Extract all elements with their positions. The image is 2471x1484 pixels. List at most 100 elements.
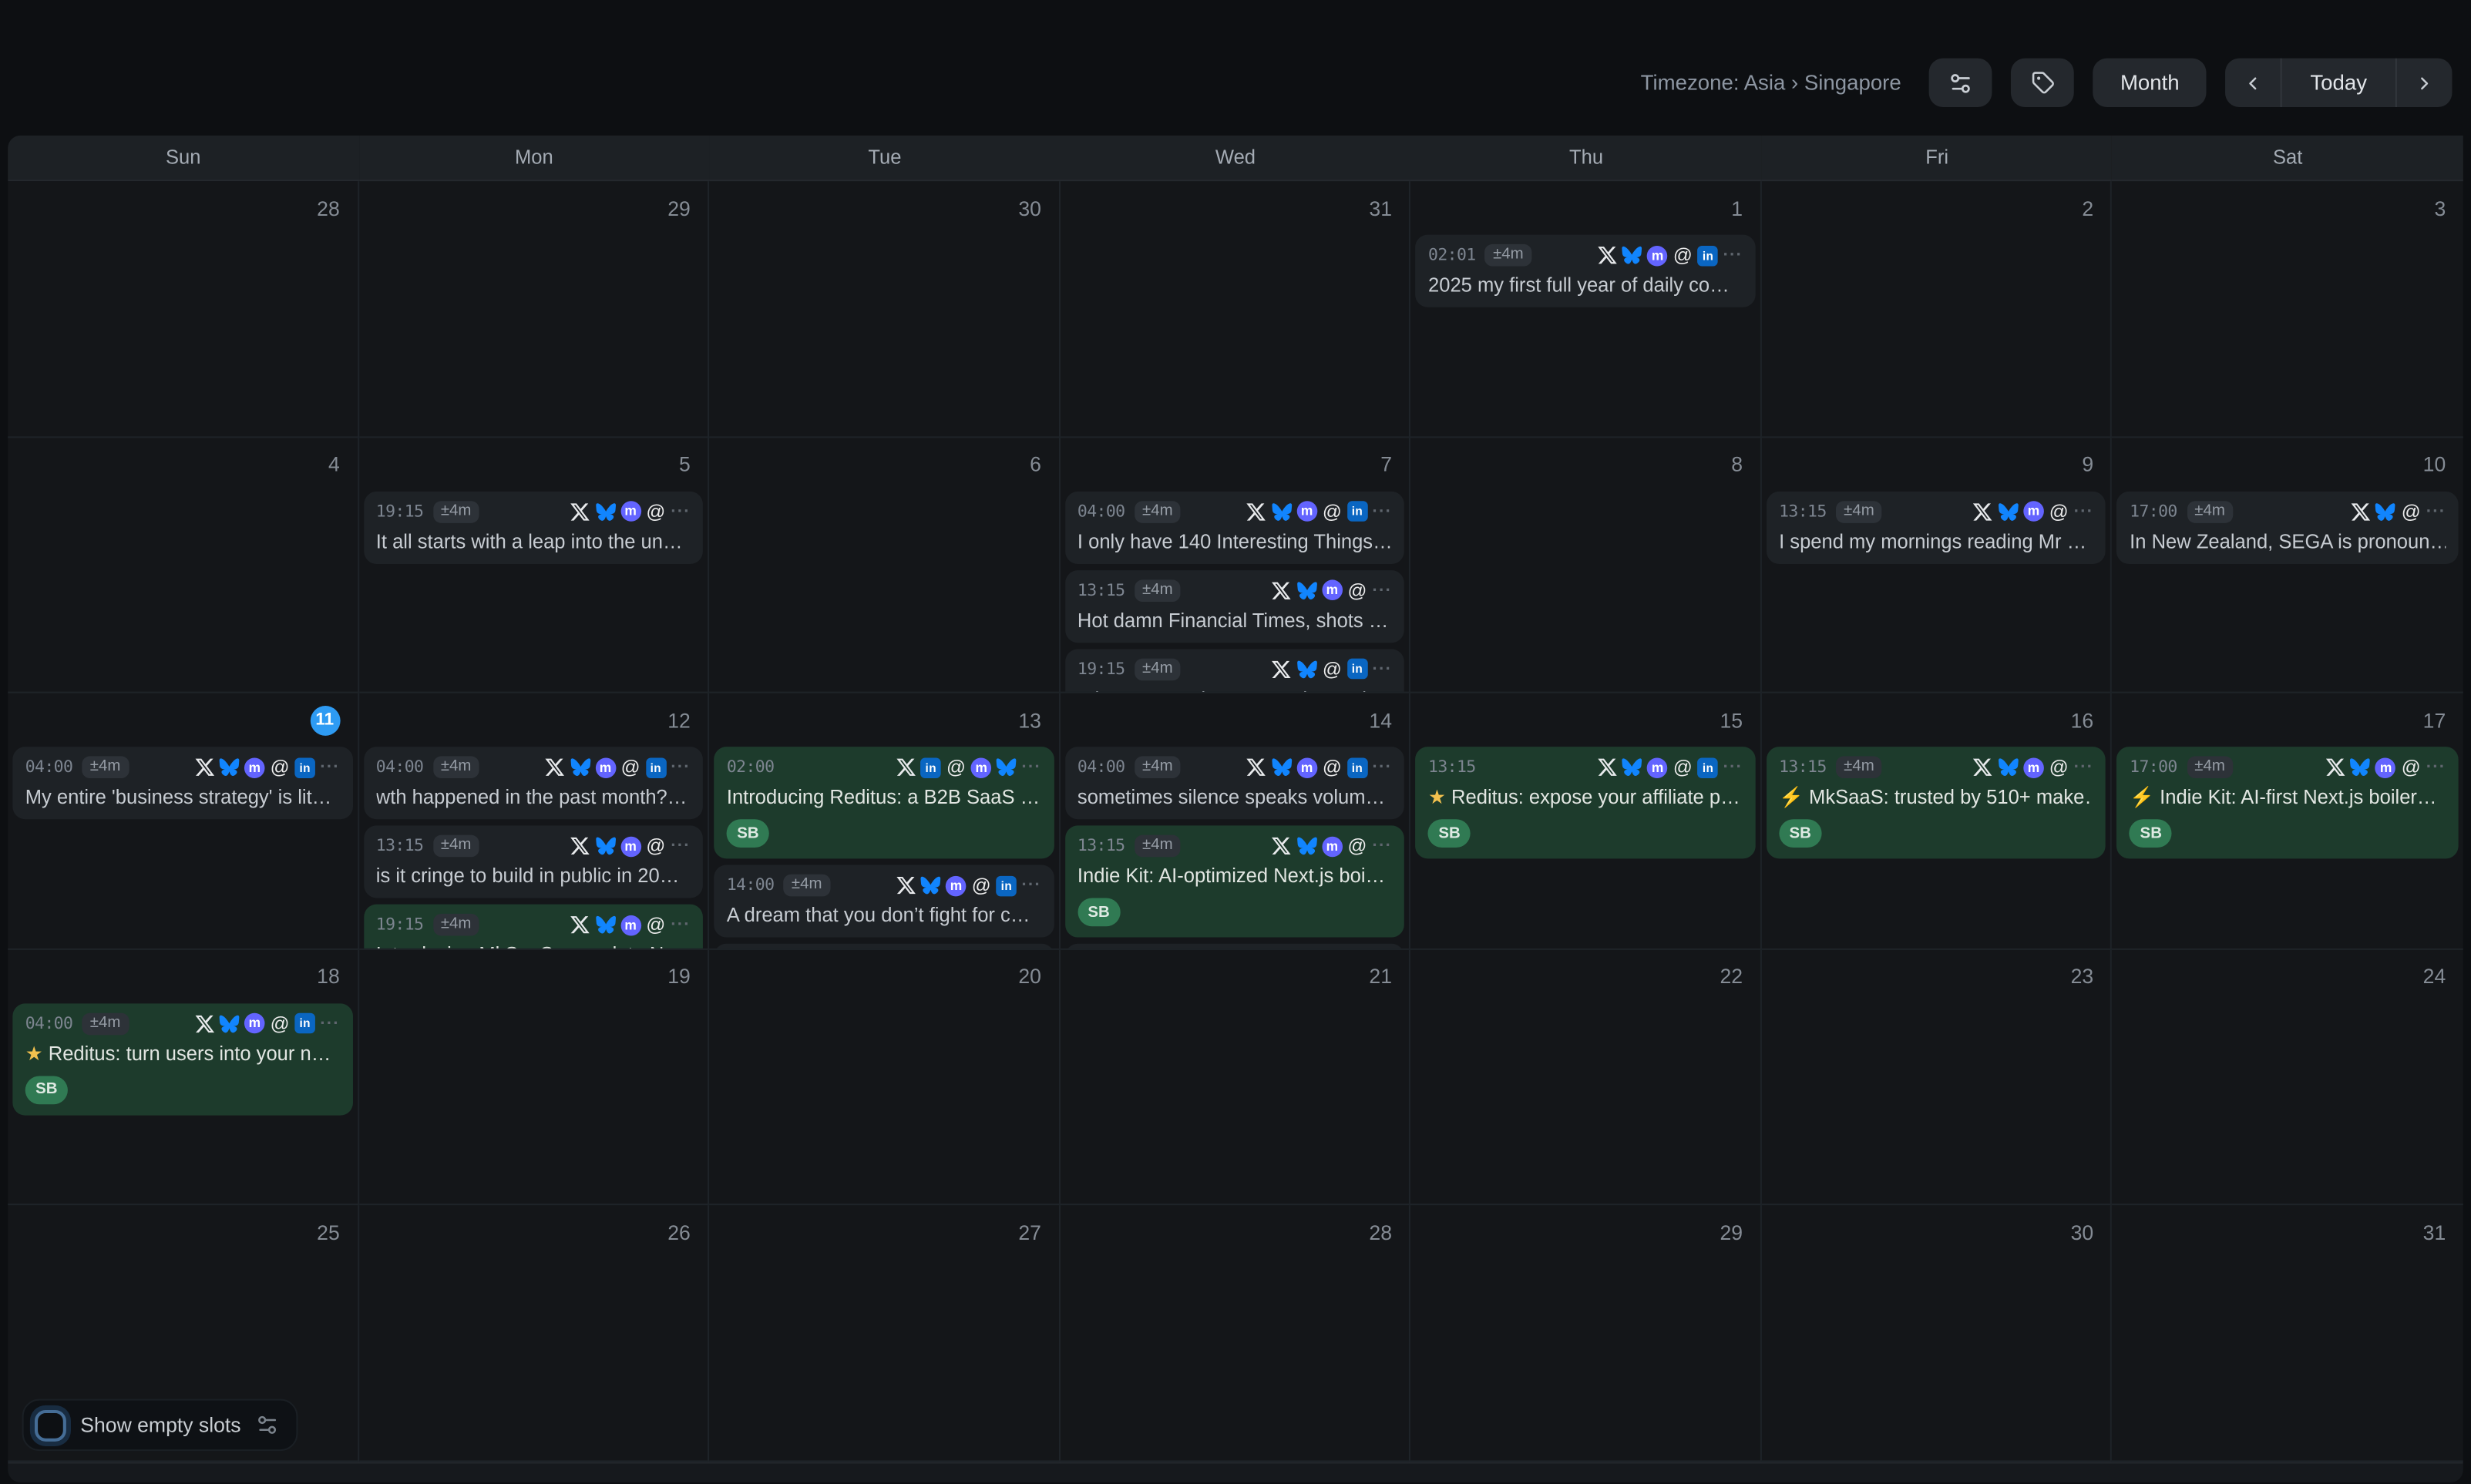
day-cell[interactable]: 519:15±4mm@···It all starts with a leap … — [358, 438, 709, 693]
more-icon[interactable]: ··· — [1021, 757, 1041, 778]
platform-icons: m@··· — [570, 915, 690, 935]
more-icon[interactable]: ··· — [2074, 757, 2094, 778]
date-number: 20 — [1018, 965, 1041, 989]
tag-button[interactable] — [2012, 59, 2075, 107]
time-jitter-badge: ±4m — [433, 757, 479, 779]
platform-icons: m@··· — [1272, 580, 1392, 601]
event-title: Introducing MkSaaS: complete N… — [376, 941, 691, 949]
event-card[interactable]: 04:00±4mm@in···wth happened in the past … — [363, 747, 703, 820]
today-badge: 11 — [310, 705, 340, 735]
more-icon[interactable]: ··· — [671, 757, 691, 778]
event-card-clipped[interactable] — [1065, 944, 1405, 949]
day-cell[interactable]: 1 02:01±4mm@in···2025 my first full year … — [1411, 181, 1762, 437]
today-button[interactable]: Today — [2281, 59, 2397, 107]
event-card[interactable]: 17:00±4m@···In New Zealand, SEGA is pron… — [2117, 491, 2459, 563]
date-number: 9 — [2082, 452, 2093, 476]
day-cell[interactable]: 4 — [8, 438, 358, 693]
day-cell[interactable]: 1302:00in@m···Introducing Reditus: a B2B… — [709, 693, 1060, 949]
day-cell[interactable]: 1404:00±4mm@in···sometimes silence speak… — [1060, 693, 1410, 949]
more-icon[interactable]: ··· — [671, 836, 691, 857]
day-cell[interactable]: 24 — [2113, 949, 2463, 1205]
day-cell[interactable]: 1613:15±4mm@···⚡ MkSaaS: trusted by 510+… — [1762, 693, 2113, 949]
day-cell[interactable]: 31 — [1060, 181, 1410, 437]
more-icon[interactable]: ··· — [2426, 757, 2446, 778]
day-cell[interactable]: 1717:00±4mm@···⚡ Indie Kit: AI-first Nex… — [2113, 693, 2463, 949]
threads-icon: @ — [946, 757, 967, 778]
more-icon[interactable]: ··· — [1723, 245, 1743, 266]
event-card[interactable]: 14:00±4mm@in···A dream that you don’t fi… — [714, 865, 1054, 938]
more-icon[interactable]: ··· — [320, 1013, 340, 1034]
day-cell[interactable]: 9 13:15±4mm@···I spend my mornings readin… — [1762, 438, 2113, 693]
day-cell[interactable]: 28 — [8, 181, 358, 437]
day-cell[interactable]: 30 — [709, 181, 1060, 437]
date-number: 8 — [1731, 452, 1743, 476]
event-card[interactable]: 13:15±4mm@···Indie Kit: AI-optimized Nex… — [1065, 826, 1405, 938]
platform-icons: m@··· — [1973, 501, 2093, 522]
event-card[interactable]: 04:00±4mm@in···I only have 140 Interesti… — [1065, 491, 1405, 563]
day-cell[interactable]: 19 — [358, 949, 709, 1205]
x-icon — [1973, 501, 1994, 522]
event-card[interactable]: 13:15±4mm@···⚡ MkSaaS: trusted by 510+ m… — [1767, 747, 2106, 859]
show-empty-slots-checkbox[interactable] — [35, 1409, 66, 1441]
date-row: 1 — [1416, 189, 1756, 227]
day-cell[interactable]: 27 — [709, 1206, 1060, 1462]
event-card[interactable]: 04:00±4mm@in···sometimes silence speaks … — [1065, 747, 1405, 820]
day-cell[interactable]: 2 — [1762, 181, 2113, 437]
view-mode-button[interactable]: Month — [2093, 59, 2206, 107]
day-cell[interactable]: 23 — [1762, 949, 2113, 1205]
filter-button[interactable] — [1930, 59, 1993, 107]
next-button[interactable] — [2397, 59, 2453, 107]
day-cell[interactable]: 30 — [1762, 1206, 2113, 1462]
event-card[interactable]: 13:15±4mm@···is it cringe to build in pu… — [363, 826, 703, 898]
event-title: I only have 140 Interesting Things… — [1077, 527, 1392, 556]
more-icon[interactable]: ··· — [2426, 501, 2446, 522]
event-card[interactable]: 13:15±4mm@···I spend my mornings reading… — [1767, 491, 2106, 563]
day-cell[interactable]: 1204:00±4mm@in···wth happened in the pas… — [358, 693, 709, 949]
more-icon[interactable]: ··· — [320, 757, 340, 778]
day-cell[interactable]: 11 04:00±4mm@in···My entire 'business str… — [8, 693, 358, 949]
day-cell[interactable]: 1513:15m@in···★ Reditus: expose your aff… — [1411, 693, 1762, 949]
event-card[interactable]: 19:15±4mm@···Introducing MkSaaS: complet… — [363, 905, 703, 949]
more-icon[interactable]: ··· — [1372, 836, 1392, 857]
day-cell[interactable]: 20 — [709, 949, 1060, 1205]
threads-icon: @ — [2401, 501, 2422, 522]
day-cell[interactable]: 1804:00±4mm@in···★ Reditus: turn users i… — [8, 949, 358, 1205]
more-icon[interactable]: ··· — [1372, 580, 1392, 601]
more-icon[interactable]: ··· — [1372, 757, 1392, 778]
more-icon[interactable]: ··· — [671, 915, 691, 935]
event-card[interactable]: 04:00±4mm@in···My entire 'business strat… — [12, 747, 352, 820]
event-card[interactable]: 17:00±4mm@···⚡ Indie Kit: AI-first Next.… — [2117, 747, 2459, 859]
event-card[interactable]: 04:00±4mm@in···★ Reditus: turn users int… — [12, 1003, 352, 1115]
day-cell[interactable]: 3 — [2113, 181, 2463, 437]
more-icon[interactable]: ··· — [1372, 501, 1392, 522]
day-cell[interactable]: 8 — [1411, 438, 1762, 693]
weekday-label: Fri — [1762, 136, 2113, 181]
day-cell[interactable]: 6 — [709, 438, 1060, 693]
event-list: 04:00±4mm@in···wth happened in the past … — [363, 747, 703, 950]
event-card[interactable]: 02:01±4mm@in···2025 my first full year o… — [1416, 235, 1756, 307]
day-cell[interactable]: 21 — [1060, 949, 1410, 1205]
date-row: 6 — [714, 445, 1054, 483]
event-card[interactable]: 02:00in@m···Introducing Reditus: a B2B S… — [714, 747, 1054, 859]
more-icon[interactable]: ··· — [1372, 659, 1392, 680]
day-cell[interactable]: 29 — [358, 181, 709, 437]
event-card-clipped[interactable] — [714, 944, 1054, 949]
event-card[interactable]: 19:15±4mm@···It all starts with a leap i… — [363, 491, 703, 563]
day-cell[interactable]: 28 — [1060, 1206, 1410, 1462]
more-icon[interactable]: ··· — [671, 501, 691, 522]
more-icon[interactable]: ··· — [1723, 757, 1743, 778]
day-cell[interactable]: 31 — [2113, 1206, 2463, 1462]
slots-settings-button[interactable] — [255, 1413, 279, 1437]
event-title: 2025 my first full year of daily co… — [1428, 271, 1743, 300]
more-icon[interactable]: ··· — [2074, 501, 2094, 522]
event-card[interactable]: 19:15±4m@in···“Listen to music or sports… — [1065, 649, 1405, 693]
day-cell[interactable]: 22 — [1411, 949, 1762, 1205]
prev-button[interactable] — [2225, 59, 2281, 107]
day-cell[interactable]: 1017:00±4m@···In New Zealand, SEGA is pr… — [2113, 438, 2463, 693]
day-cell[interactable]: 26 — [358, 1206, 709, 1462]
day-cell[interactable]: 704:00±4mm@in···I only have 140 Interest… — [1060, 438, 1410, 693]
event-card[interactable]: 13:15±4mm@···Hot damn Financial Times, s… — [1065, 569, 1405, 642]
event-card[interactable]: 13:15m@in···★ Reditus: expose your affil… — [1416, 747, 1756, 859]
more-icon[interactable]: ··· — [1021, 875, 1041, 896]
day-cell[interactable]: 29 — [1411, 1206, 1762, 1462]
